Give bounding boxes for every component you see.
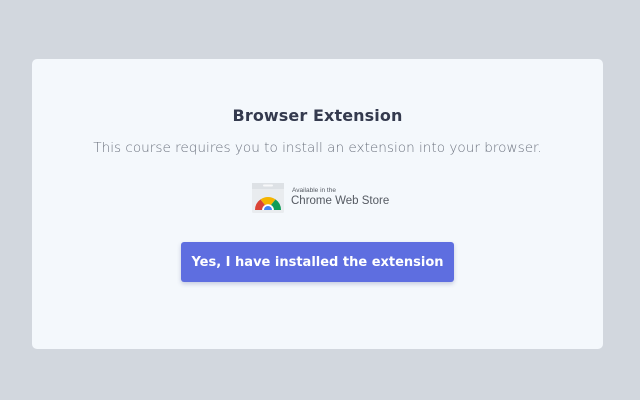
chrome-web-store-icon [252,183,284,213]
confirm-installed-button[interactable]: Yes, I have installed the extension [181,242,454,282]
dialog-message: This course requires you to install an e… [93,140,542,156]
store-badge-large-text: Chrome Web Store [291,195,390,207]
extension-dialog: Browser Extension This course requires y… [32,59,603,349]
chrome-web-store-badge[interactable]: Available in the Chrome Web Store [252,183,389,213]
store-badge-small-text: Available in the [292,187,336,194]
dialog-title: Browser Extension [232,106,403,125]
